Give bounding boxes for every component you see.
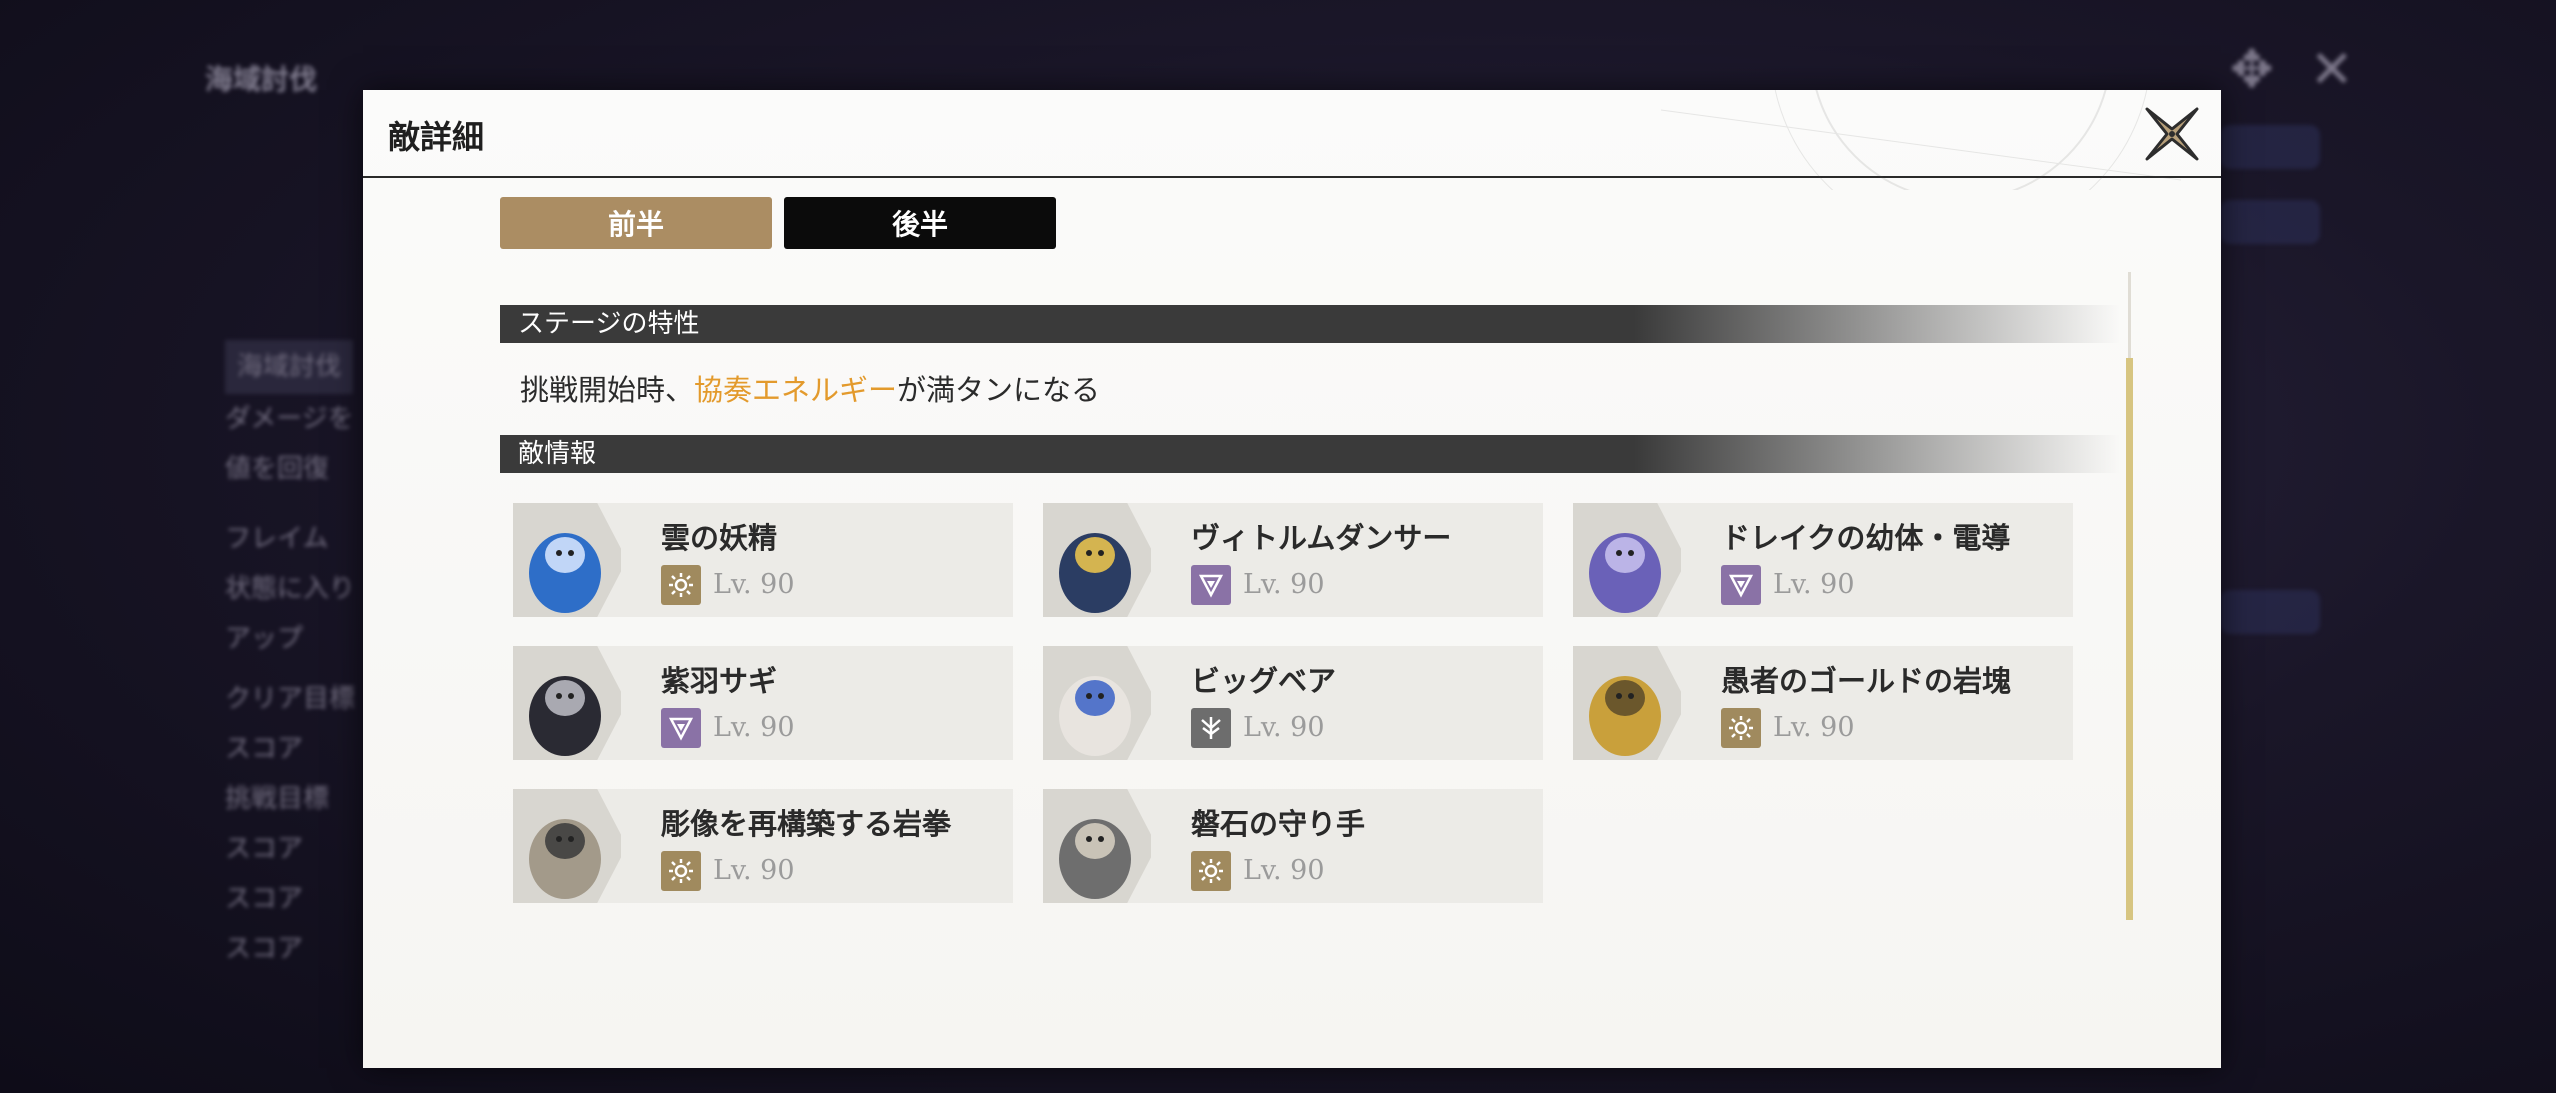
enemy-card[interactable]: ドレイクの幼体・電導 Lv. 90 <box>1573 503 2073 617</box>
close-icon <box>2145 107 2199 161</box>
enemy-name: 愚者のゴールドの岩塊 <box>1721 664 2012 698</box>
enemy-card[interactable]: 彫像を再構築する岩拳 Lv. 90 <box>513 789 1013 903</box>
void-element-icon <box>1721 565 1761 605</box>
background-settings-icon: ✥ <box>2230 40 2274 100</box>
enemy-name: ヴィトルムダンサー <box>1191 521 1452 555</box>
background-close-icon: ✕ <box>2310 40 2354 100</box>
enemy-card[interactable]: 磐石の守り手 Lv. 90 <box>1043 789 1543 903</box>
tab-first-half[interactable]: 前半 <box>500 197 772 249</box>
enemy-level: Lv. 90 <box>1773 712 1855 743</box>
enemy-card[interactable]: 紫羽サギ Lv. 90 <box>513 646 1013 760</box>
enemy-portrait <box>513 503 621 617</box>
background-badge <box>2220 125 2320 169</box>
enemy-detail-modal: 敵詳細 前半 後半 ステージの特性 挑戦開始時、協奏エネルギーが満タンになる 敵… <box>363 90 2221 1068</box>
enemy-level: Lv. 90 <box>1243 712 1325 743</box>
enemy-card[interactable]: ヴィトルムダンサー Lv. 90 <box>1043 503 1543 617</box>
enemy-portrait <box>1573 503 1681 617</box>
enemy-level: Lv. 90 <box>1243 569 1325 600</box>
stage-trait-text: 挑戦開始時、協奏エネルギーが満タンになる <box>520 373 1101 407</box>
stage-trait-section-header: ステージの特性 <box>500 305 2120 343</box>
header-decoration <box>1661 90 2181 190</box>
background-badge <box>2220 590 2320 634</box>
void-element-icon <box>661 708 701 748</box>
sun-element-icon <box>1191 851 1231 891</box>
enemy-card[interactable]: 愚者のゴールドの岩塊 Lv. 90 <box>1573 646 2073 760</box>
enemy-info-section-header: 敵情報 <box>500 435 2120 473</box>
half-tabs: 前半 後半 <box>500 197 1056 249</box>
trait-highlight: 協奏エネルギー <box>694 373 898 407</box>
enemy-level: Lv. 90 <box>713 569 795 600</box>
wind-element-icon <box>1191 708 1231 748</box>
enemy-level: Lv. 90 <box>713 855 795 886</box>
enemy-name: 磐石の守り手 <box>1191 807 1366 841</box>
enemy-level: Lv. 90 <box>1243 855 1325 886</box>
sun-element-icon <box>1721 708 1761 748</box>
enemy-portrait <box>1573 646 1681 760</box>
modal-header: 敵詳細 <box>363 90 2221 190</box>
enemy-name: 紫羽サギ <box>661 664 778 698</box>
enemy-portrait <box>513 646 621 760</box>
enemy-portrait <box>513 789 621 903</box>
tab-second-half[interactable]: 後半 <box>784 197 1056 249</box>
close-button[interactable] <box>2143 105 2201 163</box>
enemy-portrait <box>1043 646 1151 760</box>
enemy-level: Lv. 90 <box>1773 569 1855 600</box>
enemy-card[interactable]: 雲の妖精 Lv. 90 <box>513 503 1013 617</box>
void-element-icon <box>1191 565 1231 605</box>
enemy-name: ドレイクの幼体・電導 <box>1721 521 2011 555</box>
enemy-name: ビッグベア <box>1191 664 1337 698</box>
enemy-portrait <box>1043 503 1151 617</box>
sun-element-icon <box>661 851 701 891</box>
enemy-name: 雲の妖精 <box>661 521 778 555</box>
background-badge <box>2220 200 2320 244</box>
sun-element-icon <box>661 565 701 605</box>
enemy-level: Lv. 90 <box>713 712 795 743</box>
enemy-portrait <box>1043 789 1151 903</box>
enemy-card[interactable]: ビッグベア Lv. 90 <box>1043 646 1543 760</box>
modal-title: 敵詳細 <box>388 118 485 156</box>
scrollbar-thumb[interactable] <box>2126 358 2133 920</box>
enemy-name: 彫像を再構築する岩拳 <box>661 807 952 841</box>
background-title: 海域討伐 <box>205 63 318 96</box>
